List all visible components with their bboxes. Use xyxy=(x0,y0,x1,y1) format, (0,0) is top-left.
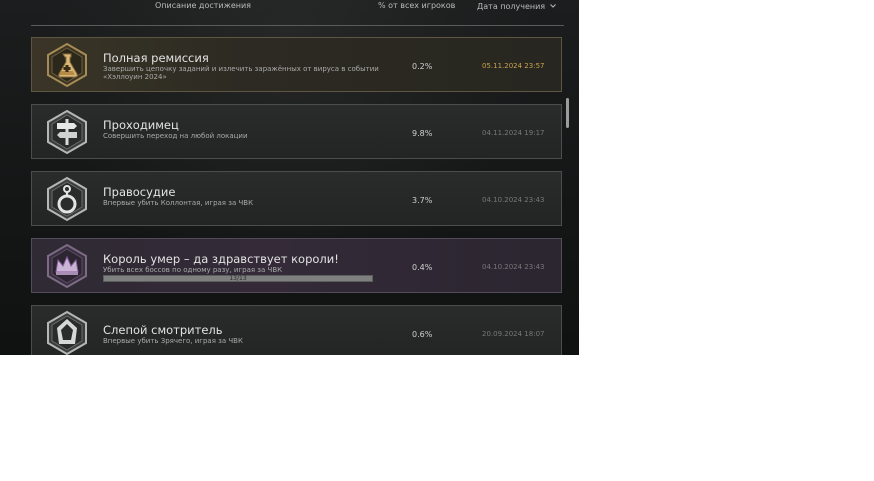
achievement-card[interactable]: Проходимец Совершить переход на любой ло… xyxy=(31,104,562,159)
achievement-date: 04.10.2024 23:43 xyxy=(482,196,545,204)
header-percent[interactable]: % от всех игроков xyxy=(378,1,455,10)
achievement-description: Убить всех боссов по одному разу, играя … xyxy=(103,266,283,274)
achievement-percent: 0.4% xyxy=(412,263,433,272)
header-description[interactable]: Описание достижения xyxy=(155,1,251,10)
achievement-card[interactable]: Слепой смотритель Впервые убить Зрячего,… xyxy=(31,305,562,355)
flask-icon xyxy=(44,42,90,88)
achievement-date: 05.11.2024 23:57 xyxy=(482,62,545,70)
achievement-date: 20.09.2024 18:07 xyxy=(482,330,545,338)
achievement-title: Слепой смотритель xyxy=(103,323,223,337)
achievement-description: Завершить цепочку заданий и излечить зар… xyxy=(103,65,379,81)
achievement-date: 04.11.2024 19:17 xyxy=(482,129,545,137)
achievement-description: Впервые убить Зрячего, играя за ЧВК xyxy=(103,337,243,345)
crown-icon xyxy=(44,243,90,289)
scrollbar-thumb[interactable] xyxy=(566,98,569,128)
handcuffs-icon xyxy=(44,176,90,222)
achievement-date: 04.10.2024 23:43 xyxy=(482,263,545,271)
header-date[interactable]: Дата получения xyxy=(477,1,556,11)
achievement-description: Совершить переход на любой локации xyxy=(103,132,248,140)
achievement-card[interactable]: Правосудие Впервые убить Коллонтая, игра… xyxy=(31,171,562,226)
achievement-percent: 0.6% xyxy=(412,330,433,339)
header-divider xyxy=(31,25,564,26)
header-date-label: Дата получения xyxy=(477,2,546,11)
hooded-figure-icon xyxy=(44,310,90,355)
achievement-title: Король умер – да здравствует короли! xyxy=(103,252,339,266)
achievement-percent: 9.8% xyxy=(412,129,433,138)
achievement-percent: 0.2% xyxy=(412,62,433,71)
achievement-description: Впервые убить Коллонтая, играя за ЧВК xyxy=(103,199,254,207)
signpost-icon xyxy=(44,109,90,155)
achievement-progress-text: 13/13 xyxy=(229,275,247,282)
achievement-progress-bar: 13/13 xyxy=(103,275,373,282)
achievement-card[interactable]: Полная ремиссия Завершить цепочку задани… xyxy=(31,37,562,92)
achievement-card[interactable]: Король умер – да здравствует короли! Уби… xyxy=(31,238,562,293)
achievement-title: Проходимец xyxy=(103,118,179,132)
achievements-panel: Описание достижения % от всех игроков Да… xyxy=(0,0,579,355)
table-header: Описание достижения % от всех игроков Да… xyxy=(0,0,579,14)
achievement-title: Правосудие xyxy=(103,185,176,199)
achievement-percent: 3.7% xyxy=(412,196,433,205)
achievement-title: Полная ремиссия xyxy=(103,51,209,65)
chevron-down-icon xyxy=(549,1,556,10)
